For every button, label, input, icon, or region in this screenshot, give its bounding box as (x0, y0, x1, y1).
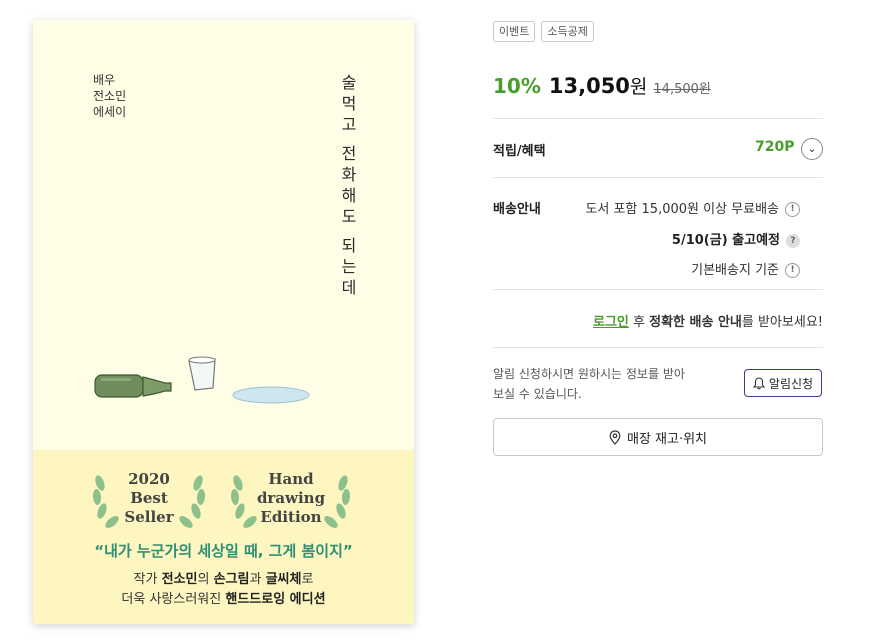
original-price: 14,500원 (653, 82, 711, 97)
blurb-text: 과 (249, 572, 266, 587)
book-cover-image[interactable]: 배우 전소민 에세이 술 먹 고 전 화 해 도 되 는 데 2020 Best… (33, 20, 414, 624)
badge-line: Seller (124, 508, 174, 526)
info-icon[interactable]: ! (785, 202, 800, 217)
bottle-glass-illustration (94, 356, 310, 404)
shipping-label: 배송안내 (493, 202, 541, 217)
title-char: 화 (341, 165, 357, 184)
blurb-bold: 전소민 (161, 572, 198, 587)
cover-author: 배우 전소민 에세이 (93, 72, 126, 120)
blurb-bold: 글씨체 (265, 572, 302, 587)
points-value: 720P (755, 139, 795, 155)
shipping-free-text: 도서 포함 15,000원 이상 무료배송 (585, 202, 779, 217)
tag-event[interactable]: 이벤트 (493, 21, 536, 42)
divider (493, 177, 823, 178)
price-row: 10% 13,050 원 14,500원 (493, 72, 711, 99)
badge-line: Hand (268, 470, 314, 488)
badge-line: 2020 (128, 470, 170, 488)
divider (493, 347, 823, 348)
badge-line: Best (130, 489, 168, 507)
shipping-date-info: 5/10(금) 출고예정? (672, 229, 800, 248)
shipping-date-text: 5/10(금) 출고예정 (671, 233, 780, 248)
sale-price: 13,050 (548, 74, 630, 98)
location-pin-icon (609, 429, 621, 445)
blurb-text: 작가 (133, 572, 162, 587)
login-prompt-text: 후 (628, 315, 650, 330)
title-char: 는 (341, 257, 357, 276)
title-char: 해 (341, 186, 357, 205)
author-line: 전소민 (93, 89, 127, 103)
store-stock-button[interactable]: 매장 재고·위치 (493, 418, 823, 456)
author-line: 에세이 (93, 105, 127, 119)
login-link[interactable]: 로그인 (593, 315, 629, 330)
info-icon[interactable]: ! (785, 263, 800, 278)
divider (493, 289, 823, 290)
title-char: 술 (341, 73, 357, 92)
login-prompt-tail: 를 받아보세요! (741, 315, 823, 330)
chevron-down-icon[interactable]: ⌄ (801, 138, 823, 160)
title-char: 전 (341, 144, 357, 163)
discount-rate: 10% (493, 74, 541, 98)
title-char: 도 (341, 207, 357, 226)
help-icon[interactable]: ? (786, 233, 800, 248)
shipping-address-info: 기본배송지 기준! (691, 259, 800, 278)
cover-blurb-line2: 더욱 사랑스러워진 핸드드로잉 에디션 (33, 588, 414, 607)
login-prompt: 로그인 후 정확한 배송 안내를 받아보세요! (593, 311, 823, 330)
title-char: 데 (341, 278, 357, 297)
blurb-text: 더욱 사랑스러워진 (121, 592, 226, 607)
benefits-label: 적립/혜택 (493, 144, 546, 159)
store-stock-label: 매장 재고·위치 (626, 431, 708, 447)
cover-quote: “내가 누군가의 세상일 때, 그게 봄이지” (94, 542, 353, 560)
badge-line: Edition (260, 508, 322, 526)
sale-price-unit: 원 (629, 76, 648, 98)
badge-hand-drawing: Hand drawing Edition (250, 470, 332, 527)
blurb-text: 의 (197, 572, 214, 587)
badge-best-seller: 2020 Best Seller (113, 470, 185, 527)
login-prompt-bold: 정확한 배송 안내 (649, 315, 742, 330)
blurb-text: 로 (301, 572, 314, 587)
shipping-address-text: 기본배송지 기준 (691, 263, 779, 278)
notification-request-label: 알림신청 (768, 376, 814, 391)
author-line: 배우 (93, 73, 116, 87)
bell-icon (752, 376, 765, 389)
cover-title: 술 먹 고 전 화 해 도 되 는 데 (338, 72, 360, 298)
title-char: 되 (341, 236, 357, 255)
title-char: 먹 (341, 94, 357, 113)
blurb-bold: 손그림 (213, 572, 250, 587)
shipping-free-info: 도서 포함 15,000원 이상 무료배송! (585, 198, 800, 217)
cover-blurb-line1: 작가 전소민의 손그림과 글씨체로 (33, 568, 414, 587)
blurb-bold: 핸드드로잉 에디션 (225, 592, 326, 607)
badge-line: drawing (256, 489, 326, 507)
tag-list: 이벤트 소득공제 (493, 21, 594, 42)
title-char: 고 (341, 115, 357, 134)
notification-notice: 알림 신청하시면 원하시는 정보를 받아 보실 수 있습니다. (493, 367, 685, 401)
divider (493, 118, 823, 119)
notification-request-button[interactable]: 알림신청 (744, 369, 822, 397)
tag-tax-deduction[interactable]: 소득공제 (541, 21, 594, 42)
